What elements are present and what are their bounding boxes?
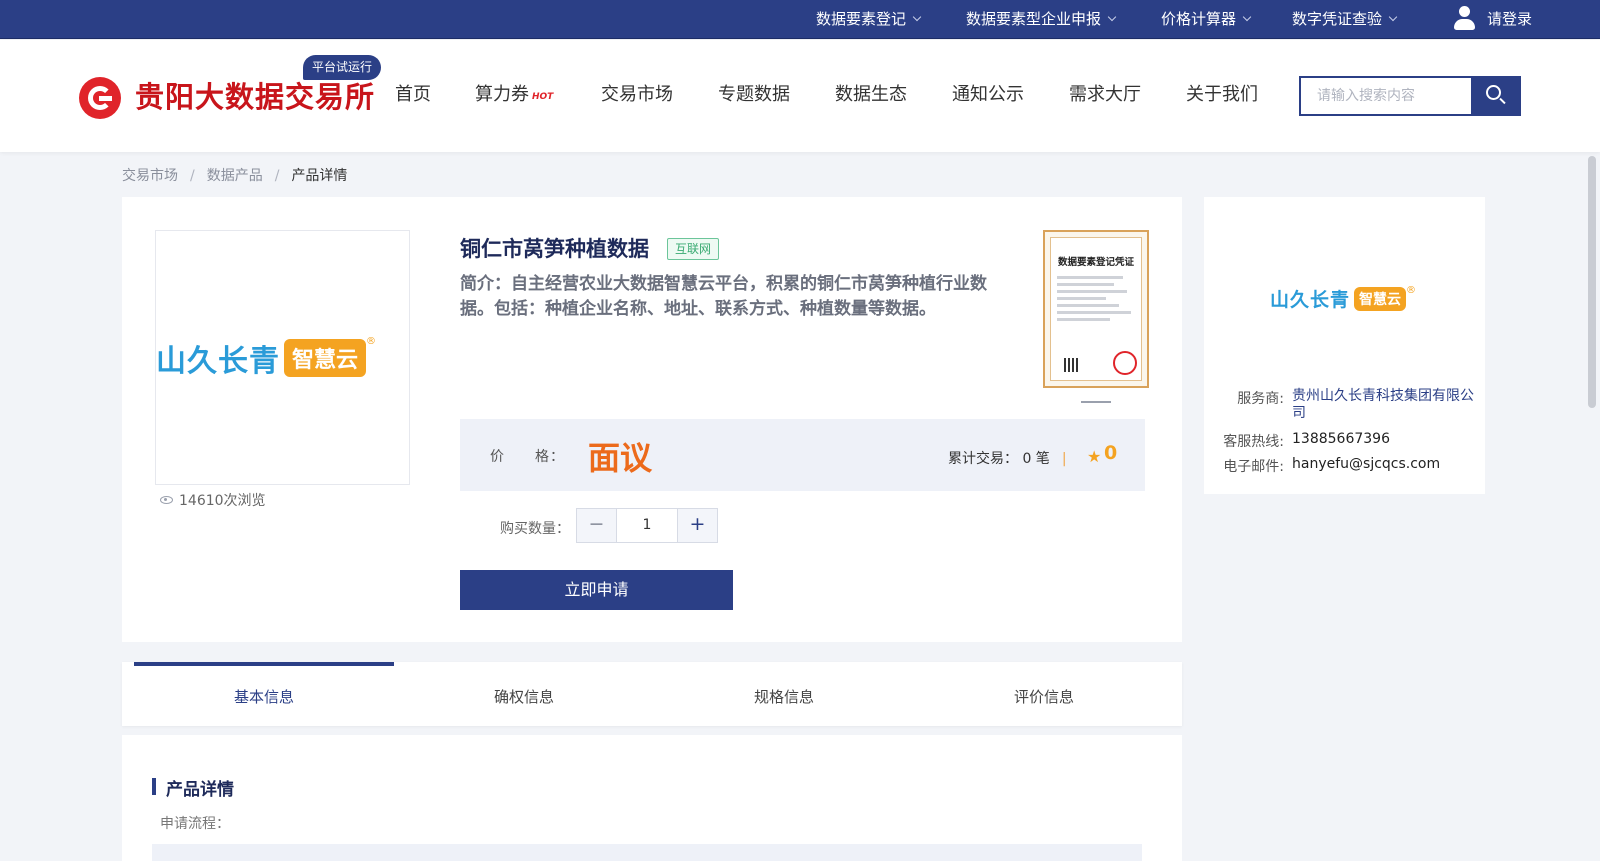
star-icon: ★: [1087, 447, 1102, 466]
hotline-value: 13885667396: [1292, 431, 1390, 447]
info-tabs: 基本信息 确权信息 规格信息 评价信息: [122, 662, 1182, 726]
rating-value: 0: [1104, 442, 1118, 464]
site-header: 贵阳大数据交易所 平台试运行 首页 算力券 HOT 交易市场 专题数据 数据生态…: [0, 40, 1600, 152]
view-count: 14610次浏览: [160, 490, 266, 510]
provider-label: 服务商:: [1237, 391, 1284, 407]
search-button[interactable]: [1471, 76, 1521, 116]
price-value: 面议: [588, 439, 653, 477]
product-brand-logo: 山久长青 智慧云 ®: [156, 336, 377, 379]
quantity-label: 购买数量：: [500, 521, 570, 537]
qr-code-icon: [1064, 358, 1078, 372]
category-tag: 互联网: [667, 238, 720, 260]
nav-compute-voucher[interactable]: 算力券: [475, 80, 529, 106]
login-link[interactable]: 请登录: [1487, 0, 1532, 39]
hotline-label: 客服热线:: [1223, 434, 1284, 450]
vendor-card: 山久长青 智慧云 ® 服务商: 贵州山久长青科技集团有限公司 客服热线: 138…: [1204, 197, 1485, 494]
topbar-menu-certificate-check[interactable]: 数字凭证查验: [1292, 0, 1398, 39]
certificate-title: 数据要素登记凭证: [1057, 257, 1134, 268]
product-image: 山久长青 智慧云 ®: [155, 230, 410, 485]
exchange-logo-icon[interactable]: [79, 77, 121, 119]
email-label: 电子邮件:: [1223, 459, 1284, 475]
tab-rights-info[interactable]: 确权信息: [394, 662, 654, 726]
breadcrumb-current: 产品详情: [291, 168, 348, 184]
nav-about-us[interactable]: 关于我们: [1186, 80, 1258, 106]
chevron-down-icon: [912, 12, 922, 22]
breadcrumb-data-products[interactable]: 数据产品: [207, 168, 263, 184]
vendor-brand-logo: 山久长青 智慧云 ®: [1270, 285, 1417, 311]
quantity-stepper: − 1 +: [576, 508, 718, 543]
topbar-menu-price-calculator[interactable]: 价格计算器: [1161, 0, 1252, 39]
nav-trade-market[interactable]: 交易市场: [601, 80, 673, 106]
trial-run-badge: 平台试运行: [303, 55, 382, 80]
trade-count: 累计交易： 0 笔 |: [948, 451, 1067, 467]
topbar-menu-data-registration[interactable]: 数据要素登记: [816, 0, 922, 39]
email-value: hanyefu@sjcqcs.com: [1292, 456, 1441, 472]
chevron-down-icon: [1388, 12, 1398, 22]
eye-icon: [160, 496, 173, 504]
price-label: 价 格：: [490, 449, 565, 465]
nav-demand-hall[interactable]: 需求大厅: [1069, 80, 1141, 106]
site-logo-text[interactable]: 贵阳大数据交易所: [135, 74, 375, 116]
user-icon[interactable]: [1452, 6, 1476, 32]
product-details-section: [122, 735, 1182, 861]
breadcrumb-trade-market[interactable]: 交易市场: [122, 168, 178, 184]
top-bar: 数据要素登记 数据要素型企业申报 价格计算器 数字凭证查验 请登录: [0, 0, 1600, 39]
apply-now-button[interactable]: 立即申请: [460, 570, 733, 610]
search-icon: [1486, 85, 1501, 100]
chevron-down-icon: [1107, 12, 1117, 22]
tab-spec-info[interactable]: 规格信息: [654, 662, 914, 726]
tab-basic-info[interactable]: 基本信息: [134, 662, 394, 726]
search-input[interactable]: 请输入搜索内容: [1299, 76, 1471, 116]
product-title: 铜仁市莴笋种植数据: [460, 237, 649, 261]
application-flow-label: 申请流程：: [160, 816, 230, 832]
nav-home[interactable]: 首页: [395, 80, 431, 106]
tab-review-info[interactable]: 评价信息: [914, 662, 1174, 726]
official-seal-icon: [1113, 351, 1137, 375]
nav-topic-data[interactable]: 专题数据: [718, 80, 790, 106]
section-title: 产品详情: [152, 775, 234, 800]
topbar-menu-enterprise-declaration[interactable]: 数据要素型企业申报: [966, 0, 1117, 39]
chevron-down-icon: [1242, 12, 1252, 22]
certificate-indicator: [1081, 401, 1111, 403]
nav-data-ecosystem[interactable]: 数据生态: [835, 80, 907, 106]
nav-notices[interactable]: 通知公示: [952, 80, 1024, 106]
registration-certificate-thumbnail[interactable]: 数据要素登记凭证: [1043, 230, 1149, 388]
application-flow-panel: [152, 844, 1142, 861]
decrease-quantity-button[interactable]: −: [577, 509, 617, 542]
provider-link[interactable]: 贵州山久长青科技集团有限公司: [1292, 388, 1477, 422]
breadcrumb: 交易市场 / 数据产品 / 产品详情: [122, 168, 348, 184]
hot-badge: HOT: [532, 92, 554, 102]
quantity-input[interactable]: 1: [617, 509, 677, 542]
increase-quantity-button[interactable]: +: [677, 509, 717, 542]
page-scrollbar[interactable]: [1588, 156, 1596, 408]
product-description: 简介：自主经营农业大数据智慧云平台，积累的铜仁市莴笋种植行业数据。包括：种植企业…: [460, 274, 987, 319]
